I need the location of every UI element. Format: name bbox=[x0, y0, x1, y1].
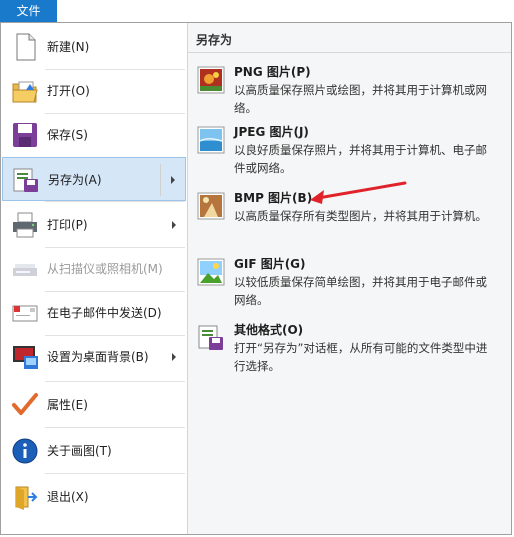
save-as-png[interactable]: PNG 图片(P) 以高质量保存照片或绘图，并将其用于计算机或网络。 bbox=[188, 57, 511, 117]
png-image-icon bbox=[197, 66, 225, 94]
submenu-divider bbox=[160, 164, 161, 196]
option-description: 以高质量保存照片或绘图，并将其用于计算机或网络。 bbox=[234, 83, 487, 115]
checkmark-icon bbox=[12, 393, 38, 415]
menu-item-desktop-background[interactable]: 设置为桌面背景(B) bbox=[2, 335, 186, 379]
menu-item-label: 设置为桌面背景(B) bbox=[47, 350, 149, 364]
divider bbox=[45, 201, 185, 202]
option-title: 其他格式(O) bbox=[234, 323, 304, 337]
divider bbox=[45, 381, 185, 382]
menu-item-email[interactable]: 在电子邮件中发送(D) bbox=[2, 291, 186, 335]
chevron-right-icon bbox=[172, 221, 176, 229]
save-as-jpeg[interactable]: JPEG 图片(J) 以良好质量保存照片，并将其用于计算机、电子邮件或网络。 bbox=[188, 117, 511, 177]
save-as-icon bbox=[13, 168, 38, 192]
option-description: 打开“另存为”对话框，从所有可能的文件类型中进行选择。 bbox=[234, 341, 488, 373]
submenu-header: 另存为 bbox=[188, 23, 511, 53]
gif-image-icon bbox=[197, 258, 225, 286]
ribbon-bar: 文件 bbox=[0, 0, 514, 22]
bmp-image-icon bbox=[197, 192, 225, 220]
desktop-background-icon bbox=[13, 346, 38, 369]
divider bbox=[45, 473, 185, 474]
menu-item-open[interactable]: 打开(O) bbox=[2, 69, 186, 113]
scanner-icon bbox=[13, 264, 37, 276]
printer-icon bbox=[13, 212, 37, 238]
menu-item-label: 另存为(A) bbox=[48, 173, 102, 187]
menu-item-new[interactable]: 新建(N) bbox=[2, 25, 186, 69]
exit-icon bbox=[15, 486, 38, 510]
file-tab[interactable]: 文件 bbox=[0, 0, 57, 22]
option-description: 以良好质量保存照片，并将其用于计算机、电子邮件或网络。 bbox=[234, 143, 487, 175]
menu-item-save[interactable]: 保存(S) bbox=[2, 113, 186, 157]
option-title: JPEG 图片(J) bbox=[234, 125, 309, 139]
menu-item-label: 从扫描仪或照相机(M) bbox=[47, 262, 163, 276]
menu-item-label: 在电子邮件中发送(D) bbox=[47, 306, 162, 320]
menu-item-label: 打开(O) bbox=[47, 84, 90, 98]
save-as-submenu: 另存为 PNG 图片(P) 以高质量保存照片或绘图，并将其用于计算机或网络。 J… bbox=[188, 23, 511, 534]
option-title: PNG 图片(P) bbox=[234, 65, 311, 79]
chevron-right-icon bbox=[172, 353, 176, 361]
divider bbox=[45, 427, 185, 428]
menu-item-save-as[interactable]: 另存为(A) bbox=[2, 157, 186, 201]
menu-item-properties[interactable]: 属性(E) bbox=[2, 383, 186, 427]
menu-item-exit[interactable]: 退出(X) bbox=[2, 475, 186, 519]
new-document-icon bbox=[16, 33, 36, 61]
file-menu-left-pane: 新建(N) 打开(O) 保存(S) 另存为(A) 打印(P) 从扫描仪或照相机(… bbox=[1, 23, 187, 534]
info-icon bbox=[12, 438, 38, 464]
save-as-gif[interactable]: GIF 图片(G) 以较低质量保存简单绘图，并将其用于电子邮件或网络。 bbox=[188, 249, 511, 309]
menu-item-label: 关于画图(T) bbox=[47, 444, 112, 458]
menu-item-about[interactable]: 关于画图(T) bbox=[2, 429, 186, 473]
option-description: 以较低质量保存简单绘图，并将其用于电子邮件或网络。 bbox=[234, 275, 487, 307]
menu-item-label: 新建(N) bbox=[47, 40, 90, 54]
menu-item-label: 保存(S) bbox=[47, 128, 88, 142]
save-as-other-formats[interactable]: 其他格式(O) 打开“另存为”对话框，从所有可能的文件类型中进行选择。 bbox=[188, 315, 511, 375]
menu-item-label: 退出(X) bbox=[47, 490, 89, 504]
menu-item-scan: 从扫描仪或照相机(M) bbox=[2, 247, 186, 291]
option-title: GIF 图片(G) bbox=[234, 257, 306, 271]
chevron-right-icon bbox=[171, 176, 175, 184]
menu-item-print[interactable]: 打印(P) bbox=[2, 203, 186, 247]
open-folder-icon bbox=[12, 81, 38, 103]
menu-item-label: 属性(E) bbox=[47, 398, 88, 412]
submenu-title: 另存为 bbox=[196, 33, 233, 47]
jpeg-image-icon bbox=[197, 126, 225, 154]
menu-item-label: 打印(P) bbox=[47, 218, 88, 232]
email-icon bbox=[12, 305, 38, 322]
file-menu: 新建(N) 打开(O) 保存(S) 另存为(A) 打印(P) 从扫描仪或照相机(… bbox=[0, 22, 512, 535]
annotation-arrow bbox=[310, 181, 407, 204]
save-floppy-icon bbox=[13, 123, 37, 147]
other-formats-icon bbox=[198, 325, 223, 350]
